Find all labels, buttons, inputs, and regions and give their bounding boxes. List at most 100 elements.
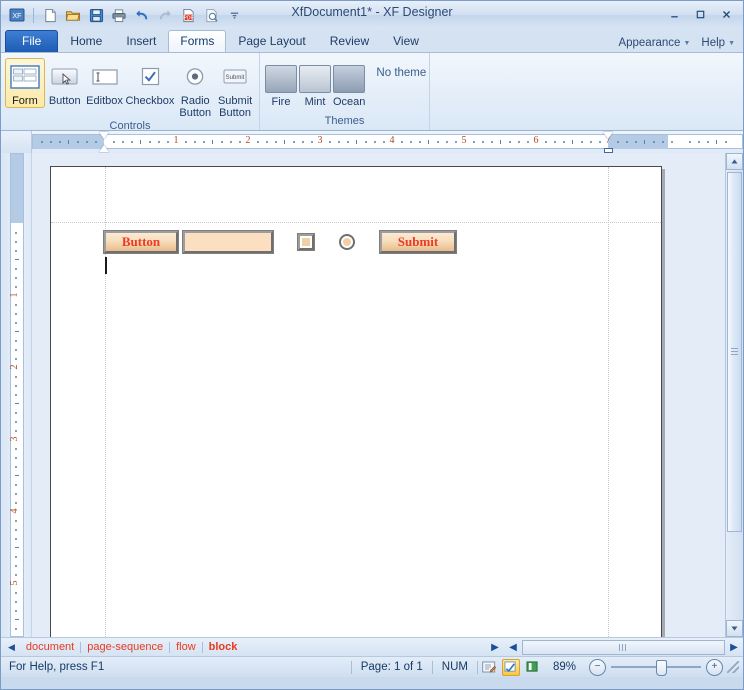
ruler-tick <box>15 457 17 459</box>
indent-marker-top-left[interactable] <box>99 132 109 139</box>
print-preview-icon[interactable] <box>201 5 221 25</box>
maximize-button[interactable] <box>690 6 711 23</box>
ruler-tick <box>167 141 169 143</box>
ribbon-button-editbox[interactable]: Editbox <box>85 58 125 108</box>
status-bar-right: Page: 1 of 1 NUM 89% − + <box>350 657 739 677</box>
ribbon-button-theme-mint[interactable]: Mint <box>298 61 332 109</box>
redo-icon[interactable] <box>155 5 175 25</box>
view-mode-draft-icon[interactable] <box>480 659 498 676</box>
ribbon-button-checkbox[interactable]: Checkbox <box>124 58 175 108</box>
breadcrumb-forward-icon[interactable]: ▶ <box>486 642 504 653</box>
zoom-in-button[interactable]: + <box>706 658 723 676</box>
ribbon-button-theme-fire[interactable]: Fire <box>264 61 298 109</box>
zoom-slider-thumb[interactable] <box>656 660 667 676</box>
ribbon-group-controls: Form Button Editbox Checkbox Radio Butto… <box>1 53 260 132</box>
close-button[interactable] <box>716 6 737 23</box>
breadcrumb-item-block[interactable]: block <box>203 641 244 653</box>
canvas-radio-control[interactable] <box>339 234 355 250</box>
ruler-tick <box>15 565 17 567</box>
undo-icon[interactable] <box>132 5 152 25</box>
breadcrumb-item-document[interactable]: document <box>20 641 80 653</box>
ruler-tick <box>95 141 97 143</box>
app-logo-icon[interactable]: XF <box>7 5 27 25</box>
canvas-button-control[interactable]: Button <box>103 230 179 254</box>
radio-fill <box>343 238 351 246</box>
appearance-menu[interactable]: Appearance ▼ <box>618 37 690 49</box>
vertical-scrollbar[interactable] <box>725 153 743 637</box>
ribbon-button-form[interactable]: Form <box>5 58 45 108</box>
ruler-tick <box>446 141 448 143</box>
ruler-tick <box>15 331 19 332</box>
ribbon-button-theme-ocean-label: Ocean <box>333 96 366 108</box>
tab-view[interactable]: View <box>381 30 431 52</box>
ruler-tick <box>15 340 17 342</box>
breadcrumb-item-page-sequence[interactable]: page-sequence <box>81 641 169 653</box>
tab-page-layout[interactable]: Page Layout <box>226 30 317 52</box>
export-pdf-icon[interactable]: PDF <box>178 5 198 25</box>
new-document-icon[interactable] <box>40 5 60 25</box>
ruler-tick <box>302 141 304 143</box>
tab-file[interactable]: File <box>5 30 59 52</box>
ruler-tick <box>158 141 160 143</box>
zoom-level[interactable]: 89% <box>544 661 585 673</box>
zoom-slider-track[interactable] <box>611 660 701 676</box>
view-mode-layout-icon[interactable] <box>501 658 520 676</box>
ruler-tick <box>500 140 501 144</box>
canvas-checkbox-control[interactable] <box>297 233 315 251</box>
canvas-submit-control[interactable]: Submit <box>379 230 457 254</box>
ribbon-button-radio[interactable]: Radio Button <box>175 58 215 120</box>
breadcrumb-back-icon[interactable]: ◀ <box>1 642 20 653</box>
num-lock-indicator[interactable]: NUM <box>433 661 477 673</box>
ruler-tick <box>15 376 17 378</box>
tab-forms[interactable]: Forms <box>168 30 227 52</box>
view-mode-preview-icon[interactable] <box>524 659 542 676</box>
vertical-ruler[interactable]: 1 2 3 4 5 <box>1 153 32 637</box>
ruler-tick <box>635 141 637 143</box>
canvas-editbox-control[interactable] <box>182 230 274 254</box>
customize-qat-icon[interactable] <box>224 5 244 25</box>
scroll-right-button[interactable]: ▶ <box>725 642 743 653</box>
tab-home[interactable]: Home <box>58 30 114 52</box>
quick-access-toolbar: XF PDF <box>1 5 244 25</box>
print-icon[interactable] <box>109 5 129 25</box>
vertical-scrollbar-thumb[interactable] <box>727 172 742 532</box>
tab-insert[interactable]: Insert <box>114 30 168 52</box>
indent-marker-bottom-left[interactable] <box>99 145 109 152</box>
scroll-down-button[interactable] <box>726 620 743 637</box>
resize-grip-icon[interactable] <box>727 661 739 673</box>
ruler-tick <box>671 141 673 143</box>
page-indicator[interactable]: Page: 1 of 1 <box>352 661 432 673</box>
ruler-tick <box>374 141 376 143</box>
indent-marker-top-right[interactable] <box>603 132 613 139</box>
horizontal-scrollbar[interactable]: ▶ ◀ ▶ <box>486 638 743 656</box>
form-icon <box>9 62 41 92</box>
ruler-tick <box>15 529 17 531</box>
vertical-scrollbar-track[interactable] <box>726 170 743 620</box>
scroll-left-button[interactable]: ◀ <box>504 642 522 653</box>
scroll-up-button[interactable] <box>726 153 743 170</box>
horizontal-ruler[interactable]: 1234567 <box>32 131 743 153</box>
ribbon-button-submit[interactable]: Submit Submit Button <box>215 58 255 120</box>
save-icon[interactable] <box>86 5 106 25</box>
ruler-tick <box>230 141 232 143</box>
ruler-tick <box>590 141 592 143</box>
tab-review[interactable]: Review <box>318 30 381 52</box>
ribbon-button-theme-ocean[interactable]: Ocean <box>332 61 366 109</box>
ruler-tick <box>275 141 277 143</box>
document-page[interactable]: Button Submit <box>50 166 662 637</box>
ruler-tick <box>644 140 645 144</box>
ruler-tick <box>15 520 17 522</box>
minimize-button[interactable] <box>664 6 685 23</box>
horizontal-scrollbar-thumb[interactable] <box>522 639 725 655</box>
ribbon-button-button[interactable]: Button <box>45 58 85 108</box>
zoom-slider[interactable]: − + <box>589 658 723 676</box>
ruler-tick <box>15 232 17 234</box>
ruler-tick <box>689 141 691 143</box>
ruler-number: 3 <box>9 436 20 442</box>
breadcrumb-item-flow[interactable]: flow <box>170 641 202 653</box>
help-menu[interactable]: Help ▼ <box>701 37 735 49</box>
zoom-out-button[interactable]: − <box>589 658 606 676</box>
document-canvas[interactable]: Button Submit <box>32 153 725 637</box>
open-folder-icon[interactable] <box>63 5 83 25</box>
ruler-tick <box>617 141 619 143</box>
